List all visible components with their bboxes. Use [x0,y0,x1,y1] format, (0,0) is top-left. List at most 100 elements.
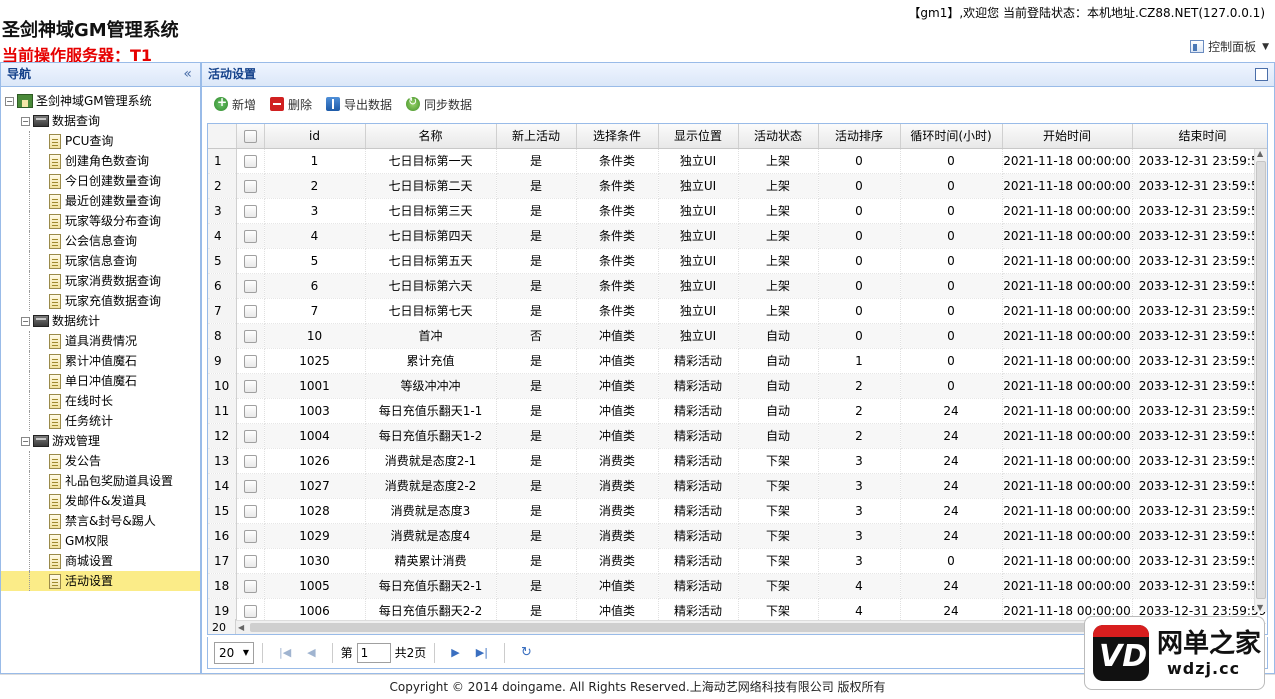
table-row[interactable]: 6 6 七日目标第六天是条件类 独立UI 上架 0 0 2021-11-18 00:00:00… [208,273,1267,299]
tree-item[interactable]: 单日冲值魔石 [1,371,200,391]
column-header[interactable]: 选择条件 [576,124,659,149]
sync-button[interactable]: 同步数据 [406,95,472,113]
table-row[interactable]: 4 4 七日目标第四天是条件类 独立UI 上架 0 0 2021-11-18 00:00:00… [208,223,1267,249]
tree-item[interactable]: 今日创建数量查询 [1,171,200,191]
tree-item[interactable]: 累计冲值魔石 [1,351,200,371]
tree-item[interactable]: 公会信息查询 [1,231,200,251]
table-row[interactable]: 14 1027 消费就是态度2-2 是消费类 精彩活动 下架 3 24 2021-11-18 0… [208,473,1267,499]
column-header[interactable]: 显示位置 [658,124,739,149]
export-button[interactable]: 导出数据 [326,96,392,113]
tree-item[interactable]: 活动设置 [1,571,200,591]
row-checkbox[interactable] [236,248,265,274]
row-checkbox[interactable] [236,373,265,399]
refresh-icon[interactable]: ↻ [521,645,532,660]
next-page-icon[interactable]: ▶ [451,646,459,659]
tree-item[interactable]: 最近创建数量查询 [1,191,200,211]
tree-item[interactable]: 在线时长 [1,391,200,411]
table-row[interactable]: 11 1003 每日充值乐翻天1-1 是冲值类 精彩活动 自动 2 24 2021-11-18 … [208,398,1267,424]
scroll-up-icon[interactable]: ▲ [1257,149,1263,158]
add-button[interactable]: 新增 [214,95,256,113]
column-header[interactable]: 名称 [365,124,497,149]
row-checkbox[interactable] [236,348,265,374]
tree-group[interactable]: − 数据统计 [1,311,200,331]
tree-item[interactable]: 玩家充值数据查询 [1,291,200,311]
row-checkbox[interactable] [236,548,265,574]
row-checkbox[interactable] [236,573,265,599]
page-size-select[interactable]: 20 ▼ [214,641,254,664]
table-row[interactable]: 2 2 七日目标第二天是条件类 独立UI 上架 0 0 2021-11-18 00:00:00… [208,173,1267,199]
tree-item[interactable]: GM权限 [1,531,200,551]
tree-item[interactable]: 发邮件&发道具 [1,491,200,511]
tree-item[interactable]: 商城设置 [1,551,200,571]
maximize-icon[interactable] [1255,68,1268,81]
table-row[interactable]: 5 5 七日目标第五天是条件类 独立UI 上架 0 0 2021-11-18 00:00:00… [208,248,1267,274]
table-row[interactable]: 18 1005 每日充值乐翻天2-1 是冲值类 精彩活动 下架 4 24 2021-11-18 … [208,573,1267,599]
table-row[interactable]: 15 1028 消费就是态度3 是消费类 精彩活动 下架 3 24 2021-11-18 00:… [208,498,1267,524]
delete-button[interactable]: 删除 [270,96,312,113]
select-all-checkbox[interactable] [236,124,265,149]
tree-group[interactable]: − 数据查询 [1,111,200,131]
table-row[interactable]: 10 1001 等级冲冲冲是冲值类 精彩活动 自动 2 0 2021-11-18 00:00:… [208,373,1267,399]
tree-item[interactable]: 玩家等级分布查询 [1,211,200,231]
vertical-scroll-thumb[interactable] [1256,161,1266,599]
collapse-icon[interactable]: « [183,63,192,86]
column-header[interactable]: 新上活动 [496,124,577,149]
row-checkbox[interactable] [236,448,265,474]
column-header[interactable]: 活动状态 [738,124,819,149]
tree-item[interactable]: 发公告 [1,451,200,471]
tree-item[interactable]: 礼品包奖励道具设置 [1,471,200,491]
row-checkbox[interactable] [236,173,265,199]
row-checkbox[interactable] [236,398,265,424]
cell-order: 0 [818,223,901,249]
row-checkbox[interactable] [236,223,265,249]
cell-new: 是 [496,448,577,474]
tree-group[interactable]: − 游戏管理 [1,431,200,451]
column-header[interactable]: 活动排序 [818,124,901,149]
tree-item[interactable]: 道具消费情况 [1,331,200,351]
row-number: 7 [208,298,237,324]
row-checkbox[interactable] [236,498,265,524]
row-checkbox[interactable] [236,523,265,549]
tree-item[interactable]: 玩家消费数据查询 [1,271,200,291]
cell-cond: 消费类 [576,448,659,474]
control-panel-menu[interactable]: 控制面板 ▼ [1190,38,1269,55]
column-header[interactable]: id [264,124,366,149]
first-page-icon[interactable]: |◀ [279,646,291,659]
prev-page-icon[interactable]: ◀ [307,646,315,659]
table-row[interactable]: 12 1004 每日充值乐翻天1-2 是冲值类 精彩活动 自动 2 24 2021-11-18 … [208,423,1267,449]
row-checkbox[interactable] [236,148,265,174]
table-row[interactable]: 13 1026 消费就是态度2-1 是消费类 精彩活动 下架 3 24 2021-11-18 0… [208,448,1267,474]
tree-item[interactable]: 任务统计 [1,411,200,431]
scroll-down-icon[interactable]: ▼ [1257,603,1263,612]
table-row[interactable]: 16 1029 消费就是态度4 是消费类 精彩活动 下架 3 24 2021-11-18 00:… [208,523,1267,549]
tree-item[interactable]: PCU查询 [1,131,200,151]
tree-item[interactable]: 禁言&封号&踢人 [1,511,200,531]
scroll-left-icon[interactable]: ◀ [238,621,244,634]
column-header[interactable]: 开始时间 [1002,124,1133,149]
row-checkbox[interactable] [236,273,265,299]
row-checkbox[interactable] [236,198,265,224]
table-row[interactable]: 8 10 首冲否冲值类 独立UI 自动 0 0 2021-11-18 00:00:00 2033… [208,323,1267,349]
cell-cond: 条件类 [576,223,659,249]
tree-root[interactable]: − 圣剑神域GM管理系统 [1,91,200,111]
row-checkbox[interactable] [236,298,265,324]
row-checkbox[interactable] [236,473,265,499]
page-number-input[interactable]: 1 [356,642,391,663]
table-row[interactable]: 9 1025 累计充值是冲值类 精彩活动 自动 1 0 2021-11-18 00:00:00… [208,348,1267,374]
table-row[interactable]: 1 1 七日目标第一天是条件类 独立UI 上架 0 0 2021-11-18 00:00:00… [208,148,1267,174]
collapse-toggle-icon[interactable]: − [21,316,30,326]
table-row[interactable]: 3 3 七日目标第三天是条件类 独立UI 上架 0 0 2021-11-18 00:00:00… [208,198,1267,224]
tree-item[interactable]: 玩家信息查询 [1,251,200,271]
last-page-icon[interactable]: ▶| [476,646,488,659]
table-row[interactable]: 7 7 七日目标第七天是条件类 独立UI 上架 0 0 2021-11-18 00:00:00… [208,298,1267,324]
tree-item[interactable]: 创建角色数查询 [1,151,200,171]
vertical-scrollbar[interactable]: ▲ ▼ [1254,149,1267,612]
row-checkbox[interactable] [236,323,265,349]
row-checkbox[interactable] [236,423,265,449]
table-row[interactable]: 17 1030 精英累计消费是消费类 精彩活动 下架 3 0 2021-11-18 00:00… [208,548,1267,574]
column-header[interactable]: 结束时间 [1132,124,1267,149]
column-header[interactable]: 循环时间(小时) [900,124,1003,149]
collapse-toggle-icon[interactable]: − [21,116,30,126]
collapse-toggle-icon[interactable]: − [5,96,14,106]
collapse-toggle-icon[interactable]: − [21,436,30,446]
